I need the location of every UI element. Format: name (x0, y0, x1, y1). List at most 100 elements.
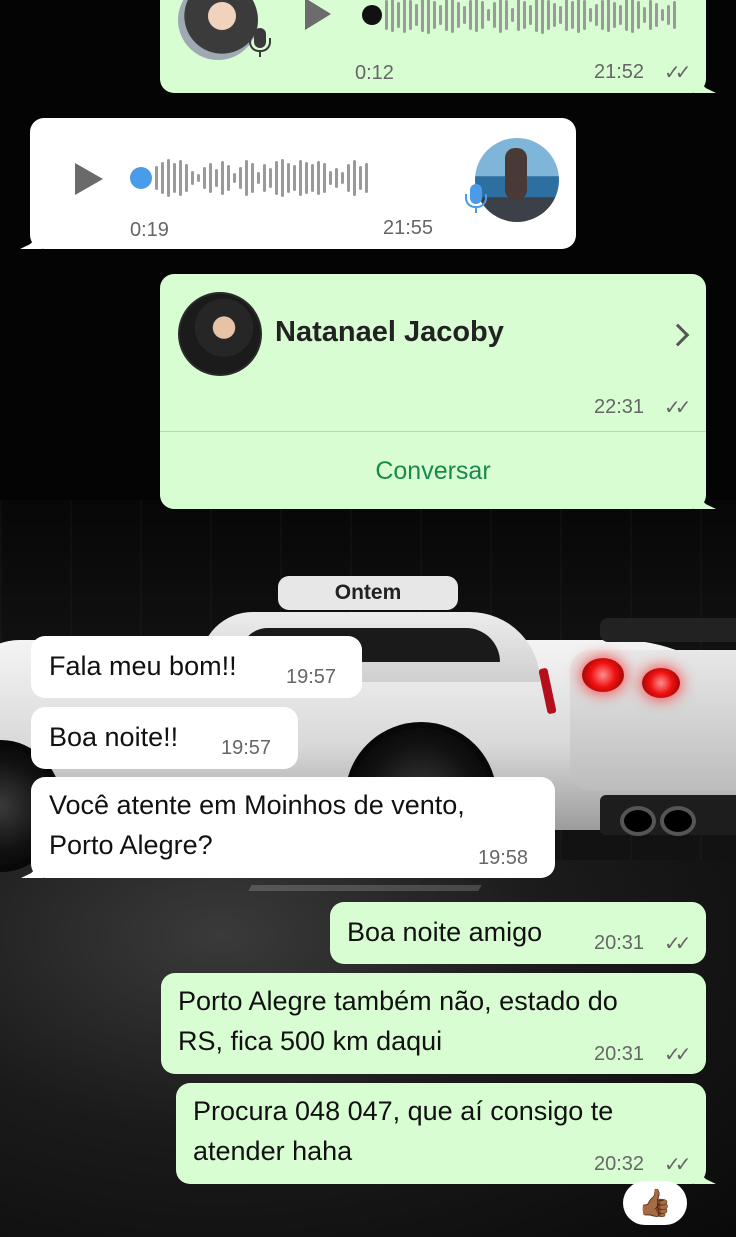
voice-message-outgoing[interactable]: 0:12 21:52 ✓✓ (160, 0, 706, 93)
contact-avatar[interactable] (178, 292, 262, 376)
waveform-bar (559, 6, 562, 24)
waveform-bar (595, 4, 598, 26)
waveform-bar (613, 2, 616, 28)
waveform-bar (589, 8, 592, 22)
waveform-bar (475, 0, 478, 32)
sender-avatar[interactable] (178, 0, 258, 60)
message-text: Porto Alegre também não, estado do RS, f… (178, 986, 618, 1056)
waveform-bar (329, 171, 332, 185)
microphone-icon (249, 28, 271, 57)
double-check-icon: ✓✓ (664, 62, 691, 84)
card-divider (160, 431, 706, 432)
contact-name[interactable]: Natanael Jacoby (275, 316, 504, 349)
waveform-bar (469, 0, 472, 30)
waveform-bar (673, 1, 676, 29)
waveform-bar (547, 0, 550, 30)
waveform-bar (251, 163, 254, 193)
waveform-bar (661, 9, 664, 21)
waveform-bar (493, 2, 496, 28)
waveform-bar (541, 0, 544, 34)
sender-avatar[interactable] (475, 138, 559, 222)
message-time: 19:57 (221, 737, 272, 759)
waveform-bar (173, 163, 176, 193)
message-text: Boa noite amigo (347, 917, 543, 947)
waveform-bar (487, 9, 490, 21)
waveform-bar (421, 0, 424, 32)
double-check-icon: ✓✓ (664, 1154, 691, 1176)
wallpaper-car-tail-light (642, 668, 680, 698)
waveform-bar (341, 172, 344, 184)
waveform-bar (197, 174, 200, 182)
waveform-bar (433, 1, 436, 29)
message-bubble-incoming[interactable]: Fala meu bom!! 19:57 (31, 636, 362, 698)
waveform-bar (655, 3, 658, 27)
waveform-bar (227, 165, 230, 191)
waveform-bar (239, 167, 242, 189)
waveform-bar (209, 163, 212, 193)
waveform-bar (511, 8, 514, 22)
waveform-bar (619, 5, 622, 25)
message-time: 19:57 (286, 666, 337, 688)
waveform-bar (625, 0, 628, 31)
message-time: 20:31 (594, 1043, 645, 1065)
chevron-right-icon[interactable] (666, 323, 690, 347)
contact-card-message[interactable]: Natanael Jacoby 22:31 ✓✓ Conversar (160, 274, 706, 509)
waveform-bar (577, 0, 580, 33)
waveform-bar (221, 161, 224, 195)
waveform-bar (299, 160, 302, 196)
message-bubble-incoming[interactable]: Você atente em Moinhos de vento, Porto A… (31, 777, 555, 878)
waveform-bar (409, 0, 412, 30)
waveform-bar (391, 0, 394, 32)
waveform-bar (517, 0, 520, 31)
waveform-bar (607, 0, 610, 32)
thumbs-up-reaction[interactable]: 👍🏾 (623, 1181, 687, 1225)
voice-message-incoming[interactable]: 0:19 21:55 (30, 118, 576, 249)
waveform-bar (529, 5, 532, 25)
waveform-bar (523, 1, 526, 29)
waveform-bar (293, 165, 296, 191)
message-time: 22:31 (594, 396, 645, 418)
waveform-bar (631, 0, 634, 33)
waveform-bar (403, 0, 406, 33)
waveform-bar (643, 7, 646, 23)
waveform-bar (287, 163, 290, 193)
waveform-bar (457, 2, 460, 28)
waveform-bar (185, 164, 188, 192)
message-text: Fala meu bom!! (49, 651, 237, 681)
message-bubble-incoming[interactable]: Boa noite!! 19:57 (31, 707, 298, 769)
waveform-bar (233, 173, 236, 183)
waveform-bar (481, 1, 484, 29)
message-bubble-outgoing[interactable]: Procura 048 047, que aí consigo te atend… (176, 1083, 706, 1184)
waveform-bar (347, 164, 350, 192)
message-text: Procura 048 047, que aí consigo te atend… (193, 1096, 614, 1166)
play-icon[interactable] (305, 0, 331, 30)
voice-duration: 0:19 (130, 219, 169, 241)
waveform-bar (565, 0, 568, 31)
waveform-bar (427, 0, 430, 34)
waveform-bar (245, 160, 248, 196)
audio-waveform[interactable] (385, 0, 676, 38)
waveform-bar (263, 164, 266, 192)
double-check-icon: ✓✓ (664, 933, 691, 955)
message-time: 20:32 (594, 1153, 645, 1175)
message-time: 21:55 (383, 217, 434, 239)
message-contact-button[interactable]: Conversar (160, 457, 706, 486)
playback-progress-dot[interactable] (362, 5, 382, 25)
waveform-bar (463, 6, 466, 24)
waveform-bar (505, 0, 508, 30)
waveform-bar (281, 159, 284, 197)
waveform-bar (161, 162, 164, 194)
waveform-bar (649, 0, 652, 30)
audio-waveform[interactable] (155, 155, 368, 201)
message-bubble-outgoing[interactable]: Boa noite amigo 20:31 ✓✓ (330, 902, 706, 964)
waveform-bar (601, 0, 604, 30)
double-check-icon: ✓✓ (664, 397, 691, 419)
message-bubble-outgoing[interactable]: Porto Alegre também não, estado do RS, f… (161, 973, 706, 1074)
play-icon[interactable] (75, 163, 103, 195)
waveform-bar (353, 160, 356, 196)
wallpaper-car-exhaust (620, 806, 656, 836)
microphone-icon (465, 184, 487, 213)
waveform-bar (499, 0, 502, 33)
waveform-bar (335, 168, 338, 188)
playback-progress-dot[interactable] (130, 167, 152, 189)
